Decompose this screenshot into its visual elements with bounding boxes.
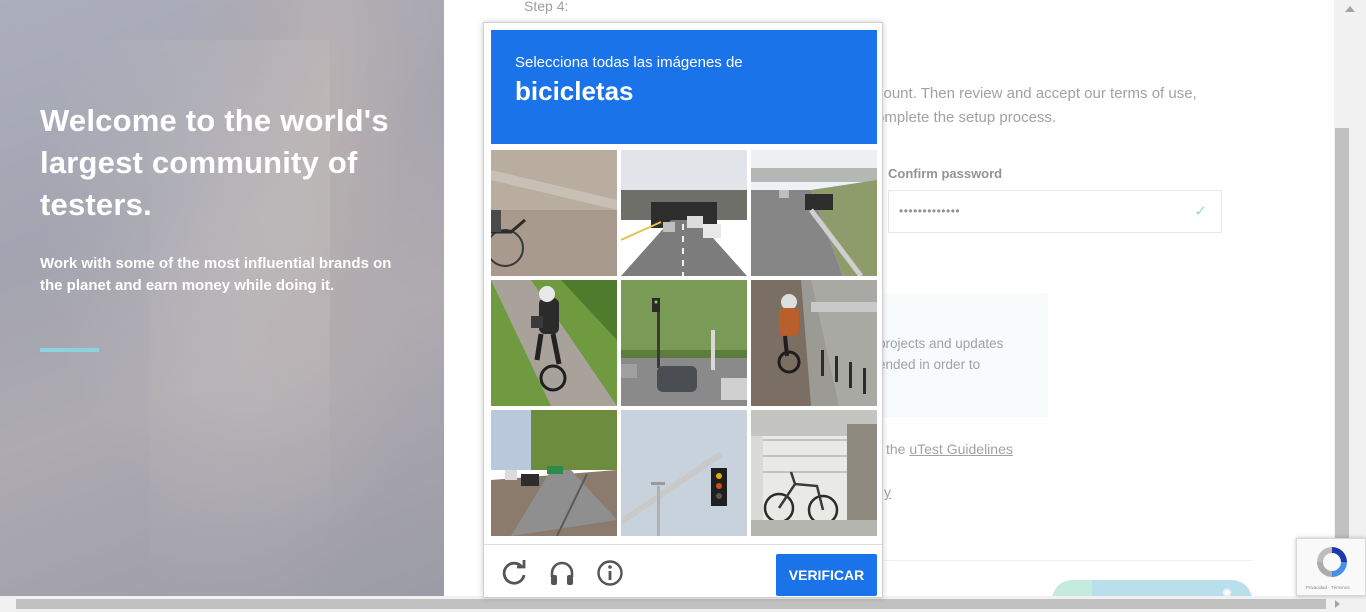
captcha-image-grid xyxy=(491,150,877,536)
vertical-scroll-thumb[interactable] xyxy=(1335,128,1349,546)
captcha-tile[interactable] xyxy=(621,410,747,536)
recaptcha-badge[interactable]: Privacidad - Términos xyxy=(1296,538,1366,596)
tile-image xyxy=(621,150,747,276)
captcha-tile[interactable] xyxy=(491,410,617,536)
captcha-tile[interactable] xyxy=(751,150,877,276)
captcha-target: bicicletas xyxy=(515,76,634,106)
tile-image xyxy=(751,150,877,276)
tile-image xyxy=(621,410,747,536)
tile-image xyxy=(751,410,877,536)
tile-image xyxy=(621,280,747,406)
captcha-tile[interactable] xyxy=(751,280,877,406)
tile-image xyxy=(491,150,617,276)
captcha-tile[interactable] xyxy=(491,280,617,406)
captcha-tile[interactable] xyxy=(491,150,617,276)
scroll-up-icon[interactable] xyxy=(1345,6,1355,12)
captcha-footer: VERIFICAR xyxy=(484,544,882,597)
reload-icon[interactable] xyxy=(500,559,528,587)
captcha-instruction: Selecciona todas las imágenes de xyxy=(515,54,743,71)
captcha-tile[interactable] xyxy=(621,280,747,406)
recaptcha-links[interactable]: Privacidad - Términos xyxy=(1306,585,1350,590)
verify-button[interactable]: VERIFICAR xyxy=(776,554,877,596)
captcha-tile[interactable] xyxy=(751,410,877,536)
scroll-right-icon[interactable] xyxy=(1335,600,1340,608)
horizontal-scroll-thumb[interactable] xyxy=(16,599,1326,609)
tile-image xyxy=(491,410,617,536)
recaptcha-logo-icon xyxy=(1317,547,1347,577)
captcha-tile[interactable] xyxy=(621,150,747,276)
captcha-challenge: Selecciona todas las imágenes de bicicle… xyxy=(483,22,883,598)
info-icon[interactable] xyxy=(596,559,624,587)
captcha-header: Selecciona todas las imágenes de bicicle… xyxy=(491,30,877,144)
horizontal-scrollbar[interactable] xyxy=(0,596,1366,612)
tile-image xyxy=(491,280,617,406)
headphones-icon[interactable] xyxy=(548,559,576,587)
tile-image xyxy=(751,280,877,406)
vertical-scrollbar[interactable] xyxy=(1334,0,1366,596)
